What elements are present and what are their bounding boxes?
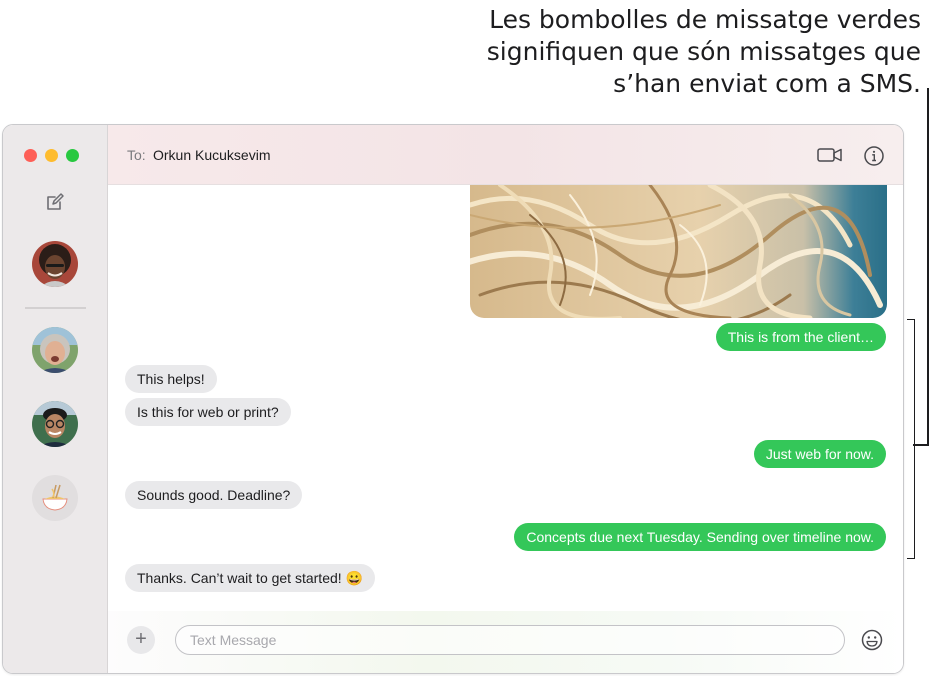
shared-photo[interactable] xyxy=(470,185,887,318)
callout-leader-line xyxy=(927,88,929,445)
avatar-noodles-bowl[interactable] xyxy=(32,475,78,521)
video-camera-icon[interactable] xyxy=(816,145,844,165)
callout-line-2: signifiquen que són missatges que xyxy=(486,37,921,66)
avatar-man-curly-hair[interactable] xyxy=(32,241,78,287)
callout-annotation: Les bombolles de missatge verdes signifi… xyxy=(451,4,921,100)
emoji-icon[interactable] xyxy=(860,628,884,652)
messages-window: To: Orkun Kucuksevim This is from the cl… xyxy=(2,124,904,674)
info-icon[interactable] xyxy=(863,145,885,167)
message-bubble-received[interactable]: Thanks. Can’t wait to get started! 😀 xyxy=(125,564,375,592)
callout-bracket xyxy=(907,319,915,559)
compose-icon[interactable] xyxy=(43,190,67,214)
composer-bar: + Text Message xyxy=(108,611,903,673)
message-bubble-received[interactable]: Is this for web or print? xyxy=(125,398,291,426)
sidebar xyxy=(3,125,108,673)
recipient-name[interactable]: Orkun Kucuksevim xyxy=(153,147,270,163)
avatar-man-glasses[interactable] xyxy=(32,401,78,447)
conversation-header: To: Orkun Kucuksevim xyxy=(108,125,903,185)
message-bubble-sent[interactable]: This is from the client… xyxy=(715,323,886,351)
message-bubble-received[interactable]: Sounds good. Deadline? xyxy=(125,481,303,509)
message-bubble-received[interactable]: This helps! xyxy=(125,365,217,393)
to-label: To: xyxy=(127,147,146,163)
message-bubble-sent[interactable]: Concepts due next Tuesday. Sending over … xyxy=(514,523,886,551)
callout-line-3: s’han enviat com a SMS. xyxy=(613,69,921,98)
add-attachment-button[interactable]: + xyxy=(127,626,155,654)
close-window-button[interactable] xyxy=(24,149,37,162)
sidebar-divider xyxy=(25,307,86,309)
callout-line-1: Les bombolles de missatge verdes xyxy=(489,5,921,34)
minimize-window-button[interactable] xyxy=(45,149,58,162)
callout-leader-tick xyxy=(913,444,929,446)
message-bubble-sent[interactable]: Just web for now. xyxy=(753,440,886,468)
zoom-window-button[interactable] xyxy=(66,149,79,162)
message-input[interactable]: Text Message xyxy=(175,625,845,655)
avatar-woman-gray-hair[interactable] xyxy=(32,327,78,373)
